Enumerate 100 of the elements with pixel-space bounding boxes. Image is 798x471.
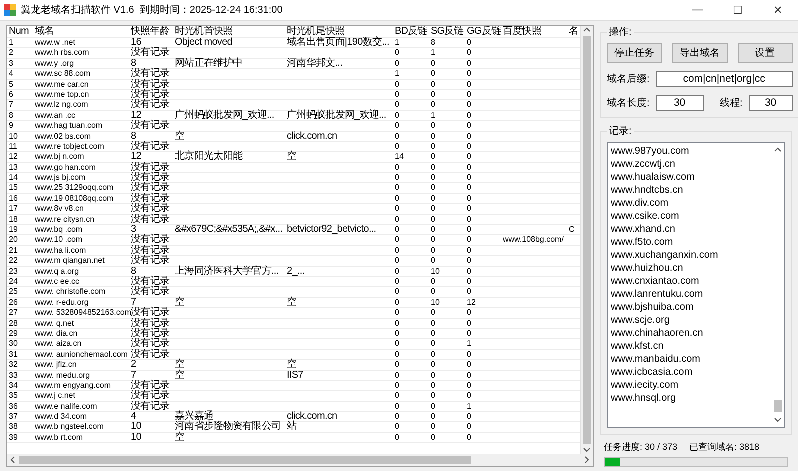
- table-cell-text: 0: [430, 432, 436, 444]
- table-cell-text: 27: [8, 308, 19, 319]
- table-cell-text: 没有记录: [130, 204, 171, 214]
- table-cell-text: www.ha li.com: [34, 246, 88, 256]
- table-cell-text: 0: [466, 328, 472, 340]
- table-cell-text: www. jflz.cn: [34, 360, 78, 370]
- column-header[interactable]: GG反链: [465, 26, 501, 38]
- table-cell-text: www.w .net: [34, 38, 76, 48]
- table-cell-text: 32: [8, 360, 19, 370]
- table-cell-text: 0: [466, 214, 472, 226]
- table-cell-text: www.re tobject.com: [34, 142, 106, 152]
- table-cell-text: 0: [394, 308, 400, 319]
- table-cell-text: 没有记录: [130, 318, 171, 329]
- table-cell-text: 33: [8, 370, 19, 381]
- log-item: www.kfst.cn: [611, 340, 665, 353]
- table-cell-text: 空: [174, 132, 186, 142]
- table-cell-text: 没有记录: [130, 246, 171, 256]
- table-cell-text: 0: [466, 58, 472, 70]
- table-cell-text: 7: [8, 100, 14, 111]
- table-cell-text: 17: [8, 204, 19, 215]
- table-cell-text: 0: [466, 110, 472, 122]
- table-cell-text: 0: [394, 132, 400, 142]
- column-header[interactable]: Num: [7, 26, 33, 38]
- length-field[interactable]: 30: [656, 95, 704, 111]
- scroll-up-icon[interactable]: [774, 146, 782, 154]
- table-cell-text: 1: [430, 48, 436, 59]
- table-cell-text: 0: [430, 422, 436, 433]
- column-header[interactable]: 域名: [33, 26, 129, 38]
- table-cell-text: 0: [394, 235, 400, 246]
- table-cell-text: 0: [394, 266, 400, 277]
- maximize-button[interactable]: ☐: [718, 0, 758, 21]
- column-header[interactable]: BD反链: [393, 26, 429, 38]
- table-cell-text: www.js bj.com: [34, 173, 87, 184]
- table-cell-text: 20: [8, 235, 19, 246]
- table-cell-text: 0: [466, 48, 472, 59]
- field-label: 域名后缀:: [607, 72, 650, 86]
- table-cell-text: www.bq .com: [34, 225, 84, 236]
- column-header[interactable]: 时光机首快照: [173, 26, 285, 38]
- table-cell-text: 0: [430, 308, 436, 319]
- table-cell-text: 0: [466, 422, 472, 433]
- action-button[interactable]: 导出域名: [672, 43, 728, 63]
- table-cell-text: 没有记录: [130, 121, 171, 132]
- table-cell-text: 7: [130, 298, 136, 308]
- table-cell-text: click.com.cn: [286, 132, 338, 142]
- minimize-button[interactable]: —: [678, 0, 718, 21]
- table-cell-text: 0: [466, 69, 472, 80]
- scroll-left-icon[interactable]: [9, 456, 17, 464]
- table-cell-text: 没有记录: [130, 48, 171, 59]
- table-cell-text: 0: [430, 412, 436, 422]
- table-cell-text: 0: [394, 350, 400, 360]
- table-cell-text: 2: [130, 360, 138, 370]
- table-cell-text: www. r-edu.org: [34, 298, 90, 308]
- column-header[interactable]: 快照年龄: [129, 26, 173, 38]
- table-cell-text: 15: [8, 183, 19, 194]
- log-item: www.zccwtj.cn: [611, 158, 676, 171]
- table-cell-text: 1: [8, 38, 14, 48]
- table-cell-text: 0: [466, 204, 472, 215]
- table-cell-text: 0: [394, 58, 400, 70]
- suffix-field[interactable]: com|cn|net|org|cc: [656, 71, 793, 87]
- table-cell-text: 0: [394, 100, 400, 111]
- table-cell-text: 1: [430, 110, 436, 122]
- log-item: www.huizhou.cn: [611, 262, 684, 275]
- table-cell-text: 0: [430, 402, 436, 412]
- action-button[interactable]: 设置: [738, 43, 793, 63]
- group-title: 记录:: [608, 125, 633, 138]
- table-cell-text: 2: [8, 48, 14, 59]
- log-item: www.xhand.cn: [611, 223, 676, 236]
- scroll-down-icon[interactable]: [774, 416, 782, 424]
- table-cell-text: 0: [394, 204, 400, 215]
- scroll-up-icon[interactable]: [583, 26, 591, 34]
- table-cell-text: Object moved: [174, 38, 234, 48]
- action-button[interactable]: 停止任务: [607, 43, 662, 63]
- table-cell-text: 0: [394, 370, 400, 381]
- table-cell-text: www.19 08108qq.com: [34, 194, 115, 204]
- column-header[interactable]: SG反链: [429, 26, 465, 38]
- table-cell-text: 0: [394, 412, 400, 422]
- scroll-right-icon[interactable]: [583, 456, 591, 464]
- table-cell-text: 0: [430, 80, 436, 90]
- table-cell-text: www. medu.org: [34, 370, 92, 381]
- table-cell-text: 没有记录: [130, 350, 171, 360]
- table-cell-text: 0: [430, 235, 436, 246]
- column-header[interactable]: 时光机尾快照: [285, 26, 393, 38]
- table-cell-text: 没有记录: [130, 194, 171, 204]
- table-cell-text: 0: [466, 360, 472, 370]
- table-cell-text: 8: [130, 266, 136, 277]
- table-cell-text: 0: [466, 100, 472, 111]
- table-cell-text: 14: [394, 152, 405, 163]
- table-cell-text: 0: [394, 48, 400, 59]
- close-button[interactable]: ✕: [758, 0, 798, 21]
- table-cell-text: 0: [430, 194, 436, 204]
- table-cell-text: 0: [430, 132, 436, 142]
- scroll-down-icon[interactable]: [583, 446, 591, 454]
- table-cell-text: 0: [430, 350, 436, 360]
- table-cell-text: 0: [430, 142, 436, 152]
- table-cell-text: 空: [286, 298, 298, 308]
- threads-field[interactable]: 30: [748, 95, 793, 111]
- table-cell-text: 0: [394, 402, 400, 412]
- column-header[interactable]: 名: [567, 26, 577, 38]
- table-cell-text: 没有记录: [130, 142, 171, 152]
- log-item: www.cnxiantao.com: [611, 275, 700, 288]
